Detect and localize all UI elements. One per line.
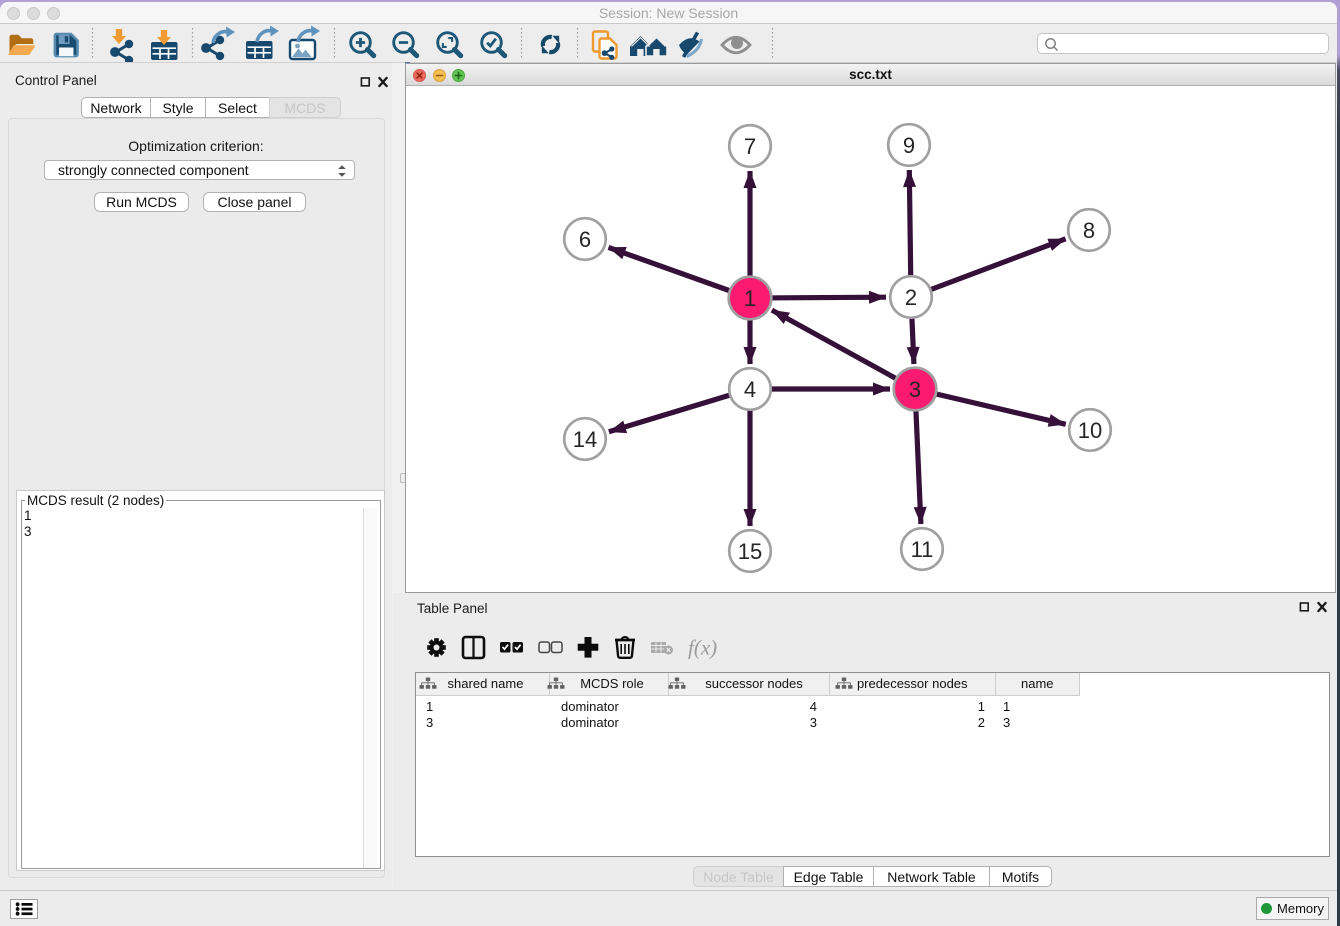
svg-text:2: 2 — [905, 285, 917, 310]
svg-text:f(x): f(x) — [688, 636, 717, 660]
svg-text:14: 14 — [573, 427, 597, 452]
svg-text:3: 3 — [909, 377, 921, 402]
svg-text:4: 4 — [744, 377, 756, 402]
svg-text:15: 15 — [738, 539, 762, 564]
svg-text:11: 11 — [911, 537, 934, 562]
svg-text:8: 8 — [1083, 218, 1095, 243]
svg-text:7: 7 — [744, 134, 756, 159]
svg-text:9: 9 — [903, 133, 915, 158]
svg-text:6: 6 — [579, 227, 591, 252]
svg-text:1: 1 — [744, 286, 756, 311]
svg-text:10: 10 — [1078, 418, 1102, 443]
